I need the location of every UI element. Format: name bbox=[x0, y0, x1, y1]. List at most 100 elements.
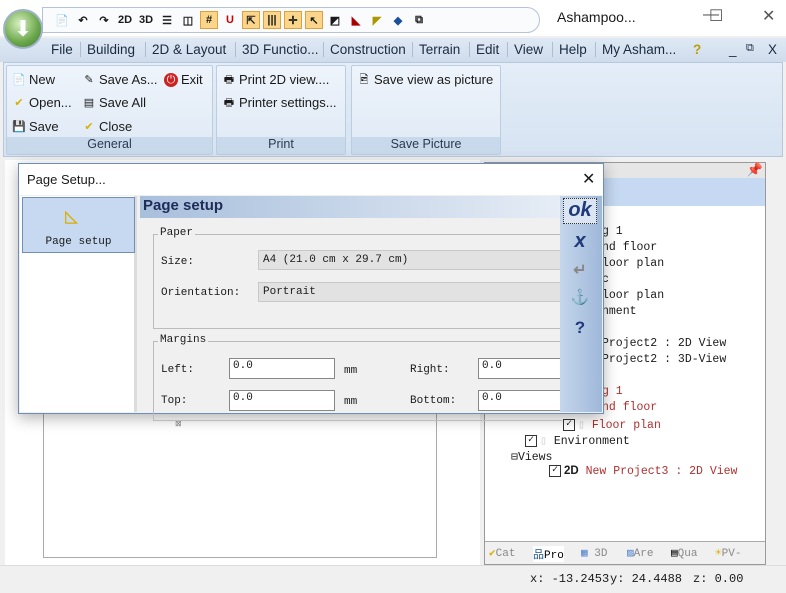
collapse-icon[interactable]: ⊟ bbox=[511, 451, 518, 464]
checkbox[interactable]: ✓ bbox=[549, 465, 561, 477]
snap-cursor-icon[interactable]: ⇱ bbox=[242, 11, 260, 29]
pin-icon[interactable]: 📌 bbox=[747, 162, 763, 178]
new-file-icon: 📄 bbox=[12, 73, 26, 86]
ribbon: 📄 New ✔ Open... 💾 Save ✎ Save As... ▤ Save Al… bbox=[3, 62, 783, 157]
checkbox[interactable]: ✓ bbox=[563, 418, 575, 431]
tab-terrain[interactable]: Terrain bbox=[412, 42, 460, 57]
group-label-save-picture: Save Picture bbox=[352, 137, 500, 154]
printer-settings-button[interactable]: 🖶 Printer settings... bbox=[222, 95, 337, 110]
view-3d-icon[interactable]: 3D bbox=[137, 11, 155, 29]
title-bar: 📄 ↶ ↷ 2D 3D ☰ ◫ # U ⇱ ||| ✛ ↖ ◩ ◣ ◤ ◆ ⧉ … bbox=[0, 0, 786, 36]
dialog-close-button[interactable]: ✕ bbox=[582, 169, 595, 189]
cancel-button[interactable]: x bbox=[563, 230, 597, 253]
tab-file[interactable]: File bbox=[45, 42, 73, 57]
doc-minimize-button[interactable]: _ bbox=[723, 42, 737, 57]
panel-tabs: ✔Cat 品Pro ▦ 3D ▨Are ▤Qua ☀PV- bbox=[485, 541, 765, 564]
tree-item-views[interactable]: ⊟Views bbox=[511, 449, 552, 464]
quick-access-toolbar: 📄 ↶ ↷ 2D 3D ☰ ◫ # U ⇱ ||| ✛ ↖ ◩ ◣ ◤ ◆ ⧉ bbox=[42, 7, 540, 33]
new-icon[interactable]: 📄 bbox=[53, 11, 71, 29]
tree-item-2d-view[interactable]: ✓ 2D New Project3 : 2D View bbox=[549, 465, 737, 478]
undo-icon[interactable]: ↶ bbox=[74, 11, 92, 29]
left-margin-input[interactable]: 0.0 bbox=[229, 358, 335, 379]
tab-help[interactable]: Help bbox=[552, 42, 587, 57]
ok-button[interactable]: ok bbox=[563, 198, 597, 224]
new-button[interactable]: 📄 New bbox=[12, 72, 55, 87]
eraser-icon[interactable]: ◆ bbox=[389, 11, 407, 29]
doc-restore-button[interactable]: ⧉ bbox=[740, 42, 754, 55]
bottom-margin-input[interactable]: 0.0 bbox=[478, 390, 563, 411]
anchor-button[interactable]: ⚓ bbox=[563, 288, 597, 306]
grid-icon: ▦ bbox=[581, 548, 588, 560]
window-icon[interactable]: ◩ bbox=[326, 11, 344, 29]
save-all-button[interactable]: ▤ Save All bbox=[82, 95, 146, 110]
tab-3d-functions[interactable]: 3D Functio... bbox=[235, 42, 319, 57]
tree-item[interactable]: nment bbox=[602, 305, 637, 318]
parallel-lines-icon[interactable]: ||| bbox=[263, 11, 281, 29]
split-horizontal-icon[interactable]: ☰ bbox=[158, 11, 176, 29]
tree-item[interactable]: loor plan bbox=[602, 257, 664, 270]
tree-item[interactable]: g 1 bbox=[602, 225, 623, 238]
floppy-icon: 💾 bbox=[12, 120, 26, 133]
crosshair-icon[interactable]: ✛ bbox=[284, 11, 302, 29]
close-doc-button[interactable]: ✔ Close bbox=[82, 119, 132, 134]
right-margin-input[interactable]: 0.0 bbox=[478, 358, 563, 379]
tree-item[interactable]: nd floor bbox=[602, 401, 657, 414]
tab-my-ashampoo[interactable]: My Asham... bbox=[595, 42, 676, 57]
close-button[interactable]: ✕ bbox=[762, 6, 775, 26]
floor-icon[interactable]: ◤ bbox=[368, 11, 386, 29]
status-bar: x: -13.2453 y: 24.4488 z: 0.00 bbox=[0, 565, 786, 593]
tab-quantities[interactable]: ▤Qua bbox=[671, 546, 697, 560]
app-menu-button[interactable]: ⬇ bbox=[3, 9, 43, 49]
tree-item-floor-plan[interactable]: ✓ ▯ Floor plan bbox=[563, 417, 661, 432]
exit-button[interactable]: ⏻ Exit bbox=[164, 72, 203, 87]
checkbox[interactable]: ✓ bbox=[525, 434, 537, 447]
page-icon: ▯ bbox=[578, 419, 592, 432]
tree-item[interactable]: Project2 : 3D-View bbox=[602, 353, 726, 366]
tree-item[interactable]: nd floor bbox=[602, 241, 657, 254]
group-label-general: General bbox=[7, 137, 212, 154]
save-as-button[interactable]: ✎ Save As... bbox=[82, 72, 157, 87]
save-button[interactable]: 💾 Save bbox=[12, 119, 59, 134]
top-unit: mm bbox=[344, 396, 358, 408]
tab-pv[interactable]: ☀PV- bbox=[715, 546, 741, 560]
redo-icon[interactable]: ↷ bbox=[95, 11, 113, 29]
grid-icon[interactable]: # bbox=[200, 11, 218, 29]
orientation-label: Orientation: bbox=[161, 287, 241, 299]
sun-icon: ☀ bbox=[715, 548, 722, 560]
tree-item-environment[interactable]: ✓ ▯ Environment bbox=[525, 433, 630, 448]
save-view-picture-button[interactable]: 🖻 Save view as picture bbox=[357, 72, 494, 87]
tree-item[interactable]: loor plan bbox=[602, 289, 664, 302]
maximize-button[interactable]: ☐ bbox=[709, 6, 723, 26]
tab-building[interactable]: Building bbox=[80, 42, 135, 57]
nav-item-page-setup[interactable]: ◺ Page setup bbox=[22, 197, 135, 253]
tab-project[interactable]: 品Pro bbox=[533, 546, 564, 562]
tab-area[interactable]: ▨Are bbox=[627, 546, 653, 560]
open-button[interactable]: ✔ Open... bbox=[12, 95, 71, 110]
doc-close-button[interactable]: X bbox=[762, 42, 777, 57]
tree-item[interactable]: g 1 bbox=[602, 385, 623, 398]
orientation-select[interactable]: Portrait bbox=[258, 282, 563, 302]
size-select[interactable]: A4 (21.0 cm x 29.7 cm) bbox=[258, 250, 563, 270]
top-margin-input[interactable]: 0.0 bbox=[229, 390, 335, 411]
help-icon[interactable]: ? bbox=[687, 42, 701, 57]
tab-3d[interactable]: ▦ 3D bbox=[581, 546, 607, 560]
select-arrow-icon[interactable]: ↖ bbox=[305, 11, 323, 29]
wall-icon[interactable]: ◣ bbox=[347, 11, 365, 29]
split-vertical-icon[interactable]: ◫ bbox=[179, 11, 197, 29]
copy-icon[interactable]: ⧉ bbox=[410, 11, 428, 29]
tab-edit[interactable]: Edit bbox=[469, 42, 499, 57]
tab-catalog[interactable]: ✔Cat bbox=[489, 546, 515, 560]
print-2d-button[interactable]: 🖶 Print 2D view.... bbox=[222, 72, 330, 87]
magnet-icon[interactable]: U bbox=[221, 11, 239, 29]
top-label: Top: bbox=[161, 395, 188, 407]
view-2d-icon[interactable]: 2D bbox=[116, 11, 134, 29]
tab-construction[interactable]: Construction bbox=[323, 42, 406, 57]
page-setup-dialog: Page Setup... ✕ ◺ Page setup Page setup … bbox=[18, 163, 604, 421]
tab-2d-layout[interactable]: 2D & Layout bbox=[145, 42, 226, 57]
tree-item[interactable]: Project2 : 2D View bbox=[602, 337, 726, 350]
help-button[interactable]: ? bbox=[563, 318, 597, 338]
tab-view[interactable]: View bbox=[507, 42, 543, 57]
dialog-button-strip: ok x ↵ ⚓ ? bbox=[560, 196, 602, 412]
apply-button[interactable]: ↵ bbox=[563, 260, 597, 280]
list-icon: ▤ bbox=[671, 548, 678, 560]
